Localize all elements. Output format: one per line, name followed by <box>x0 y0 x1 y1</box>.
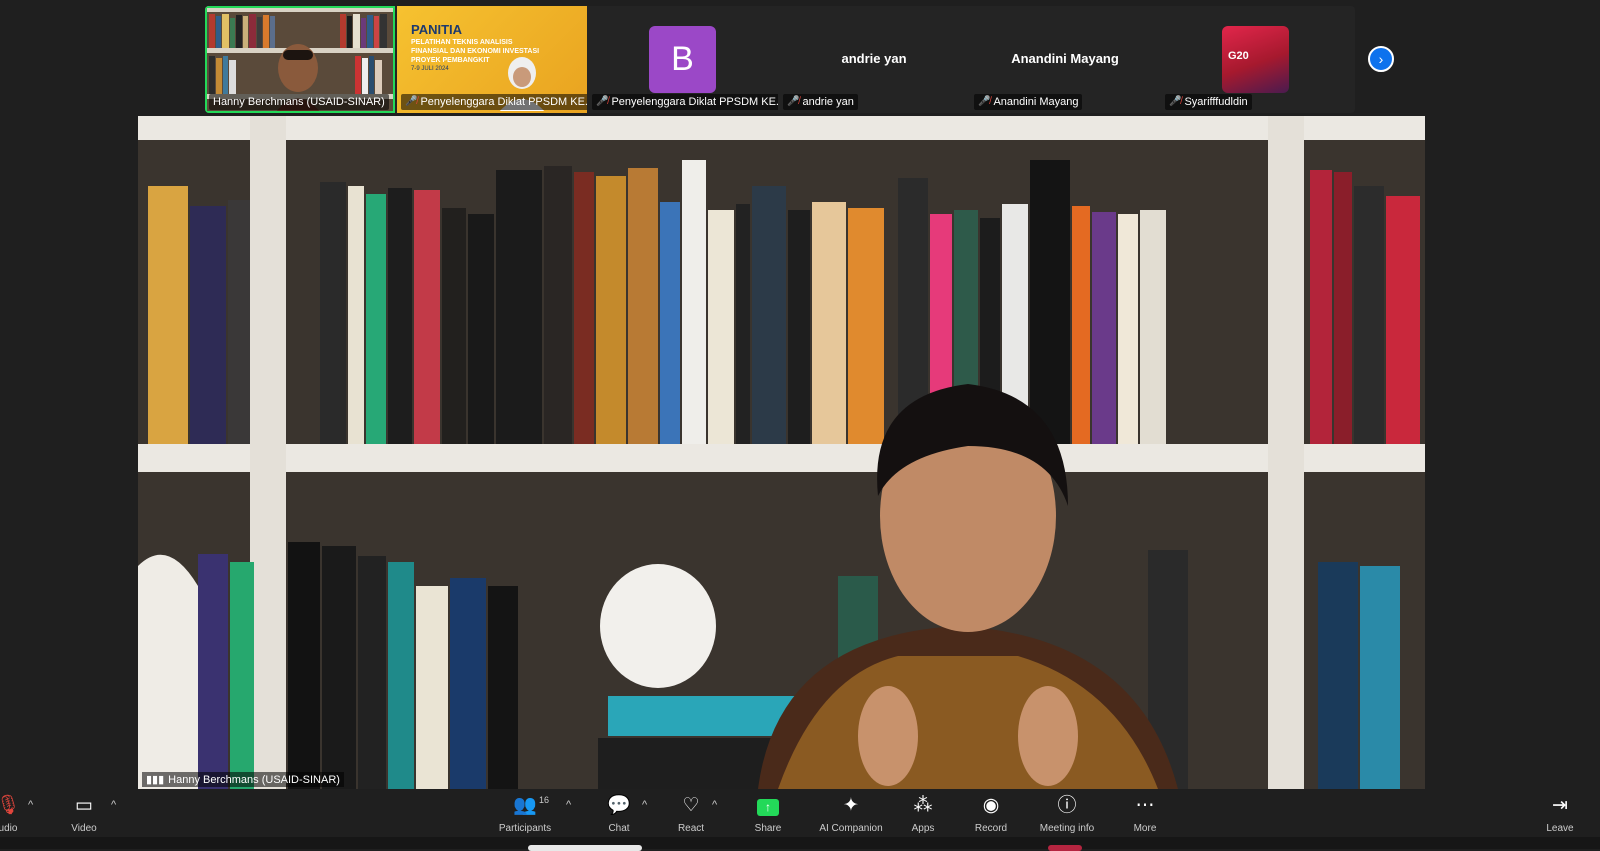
share-screen-icon: ↑ <box>757 799 779 816</box>
participants-button[interactable]: 👥 Participants <box>489 795 561 834</box>
meeting-info-button[interactable]: ⓘ Meeting info <box>1031 795 1103 834</box>
banner-title: PANITIA <box>411 22 463 37</box>
participant-tile-andrie[interactable]: andrie yan 🎤̸ andrie yan <box>779 6 969 113</box>
mic-muted-icon: 🎤̸ <box>405 96 418 107</box>
video-options-caret[interactable]: ^ <box>111 799 116 811</box>
avatar: B <box>649 26 716 93</box>
mic-muted-icon: 🎤̸ <box>596 96 609 107</box>
participant-tile-anandini[interactable]: Anandini Mayang 🎤̸ Anandini Mayang <box>970 6 1160 113</box>
mic-muted-icon: 🎤̸ <box>1169 96 1182 107</box>
main-speaker-video: ▮▮▮ Hanny Berchmans (USAID-SINAR) <box>138 116 1425 789</box>
sparkle-icon: ✦ <box>843 795 859 816</box>
meeting-toolbar: 🎙 udio ^ ▭ Video ^ 👥 Participants 16 ^ 💬… <box>0 789 1600 837</box>
banner-date: 7-9 JULI 2024 <box>411 66 449 72</box>
mic-muted-icon: 🎙 <box>0 795 21 816</box>
participants-count-badge: 16 <box>539 795 550 805</box>
audio-options-caret[interactable]: ^ <box>28 799 33 811</box>
video-button[interactable]: ▭ Video <box>48 795 120 834</box>
participant-display-name: Anandini Mayang <box>1011 51 1119 66</box>
mic-muted-icon: 🎤̸ <box>978 96 991 107</box>
info-icon: ⓘ <box>1057 795 1077 816</box>
signal-bars-icon: ▮▮▮ <box>146 774 165 786</box>
taskbar-indicator <box>528 845 642 851</box>
audio-button[interactable]: 🎙 udio <box>0 795 44 834</box>
g20-logo-avatar: G20 <box>1222 26 1289 93</box>
bookshelf-background <box>138 116 1425 789</box>
participant-name-label: 🎤̸ Syarifffudldin <box>1165 94 1252 110</box>
more-button[interactable]: ⋯ More <box>1109 795 1181 834</box>
chat-options-caret[interactable]: ^ <box>642 799 647 811</box>
mic-muted-icon: 🎤̸ <box>787 96 800 107</box>
participant-name-label: 🎤̸ Penyelenggara Diklat PPSDM KE... <box>401 94 587 110</box>
participant-tile-penyelenggara-2[interactable]: B 🎤̸ Penyelenggara Diklat PPSDM KE... <box>588 6 778 113</box>
chevron-right-icon[interactable]: › <box>1368 46 1394 72</box>
apps-icon: ⁂ <box>913 795 933 816</box>
participant-tile-penyelenggara-1[interactable]: PANITIA PELATIHAN TEKNIS ANALISIS FINANS… <box>397 6 587 113</box>
participant-name-label: 🎤̸ Anandini Mayang <box>974 94 1083 110</box>
camera-icon: ▭ <box>75 795 93 816</box>
leave-icon: ⇥ <box>1552 795 1568 816</box>
record-icon: ◉ <box>982 795 1000 816</box>
participants-icon: 👥 <box>513 795 537 816</box>
apps-button[interactable]: ⁂ Apps <box>887 795 959 834</box>
participant-name-label: 🎤̸ andrie yan <box>783 94 858 110</box>
react-options-caret[interactable]: ^ <box>712 799 717 811</box>
more-dots-icon: ⋯ <box>1135 795 1155 816</box>
participant-name-label: Hanny Berchmans (USAID-SINAR) <box>209 94 389 110</box>
gallery-strip: Hanny Berchmans (USAID-SINAR) PANITIA PE… <box>205 6 1355 113</box>
participant-name-label: 🎤̸ Penyelenggara Diklat PPSDM KE... <box>592 94 778 110</box>
taskbar-indicator-red <box>1048 845 1082 851</box>
record-button[interactable]: ◉ Record <box>955 795 1027 834</box>
speaker-name-label: ▮▮▮ Hanny Berchmans (USAID-SINAR) <box>142 772 344 787</box>
participant-tile-syarif[interactable]: G20 🎤̸ Syarifffudldin <box>1161 6 1351 113</box>
participant-tile-hanny[interactable]: Hanny Berchmans (USAID-SINAR) <box>205 6 395 113</box>
ai-companion-button[interactable]: ✦ AI Companion <box>813 795 889 834</box>
participant-display-name: andrie yan <box>841 51 907 66</box>
participants-options-caret[interactable]: ^ <box>566 799 571 811</box>
leave-button[interactable]: ⇥ Leave <box>1524 795 1596 834</box>
share-button[interactable]: ↑ Share <box>732 795 804 834</box>
taskbar-strip <box>0 837 1600 851</box>
